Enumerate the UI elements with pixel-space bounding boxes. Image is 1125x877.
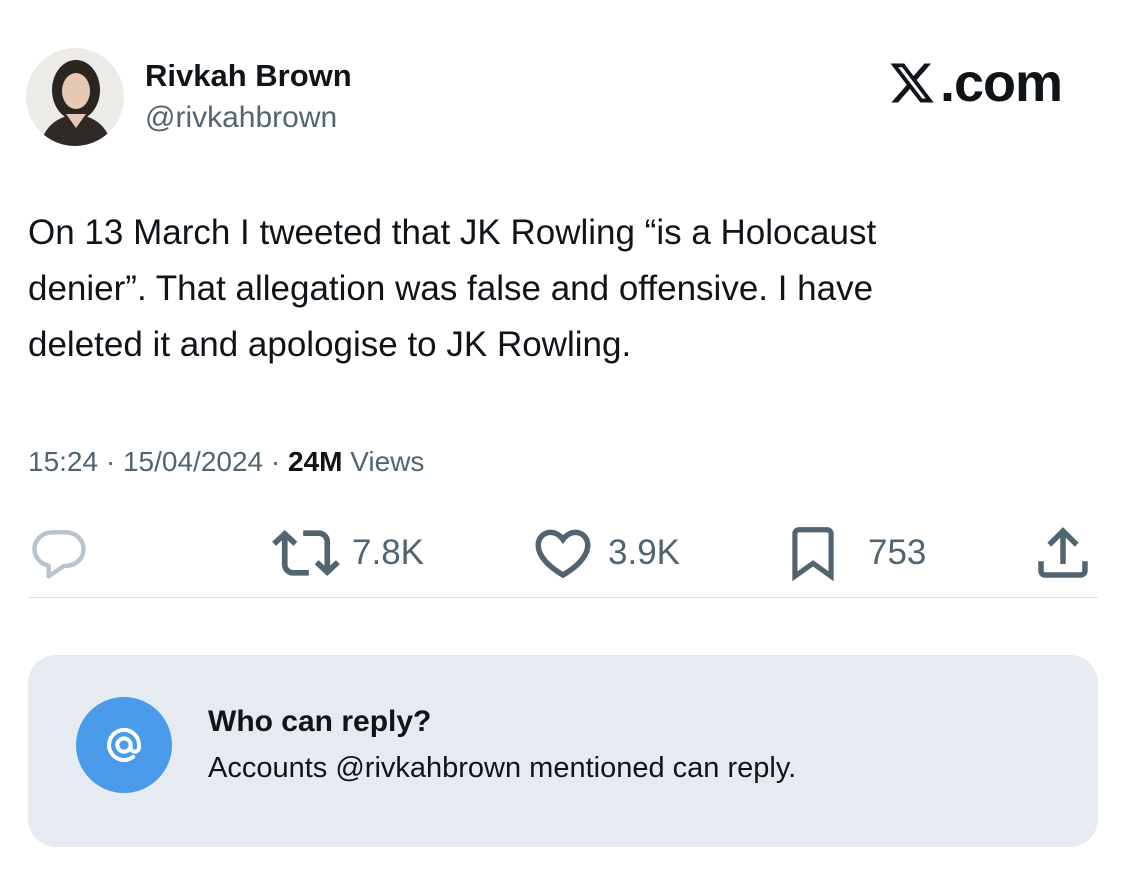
meta-separator: · xyxy=(263,446,288,477)
avatar-photo xyxy=(26,48,124,146)
x-com-brand: .com xyxy=(886,52,1063,114)
divider xyxy=(28,597,1098,598)
brand-label: .com xyxy=(940,53,1063,113)
tweet-line: On 13 March I tweeted that JK Rowling “i… xyxy=(28,213,877,252)
tweet-time[interactable]: 15:24 xyxy=(28,446,98,477)
x-logo-icon xyxy=(890,63,934,103)
like-count: 3.9K xyxy=(608,533,680,572)
who-can-reply-description: Accounts @rivkahbrown mentioned can repl… xyxy=(208,752,797,784)
reply-icon xyxy=(32,530,86,579)
who-can-reply-title: Who can reply? xyxy=(208,705,432,738)
tweet-line: deleted it and apologise to JK Rowling. xyxy=(28,325,632,364)
avatar[interactable] xyxy=(26,48,124,146)
repost-count: 7.8K xyxy=(352,533,424,572)
share-icon xyxy=(1038,527,1088,578)
bookmark-count: 753 xyxy=(868,533,927,572)
bookmark-button[interactable]: 753 xyxy=(782,520,926,586)
author-display-name[interactable]: Rivkah Brown xyxy=(145,58,352,94)
share-button[interactable] xyxy=(1030,520,1096,586)
tweet-meta: 15:24 · 15/04/2024 · 24M Views xyxy=(28,446,424,478)
tweet-date[interactable]: 15/04/2024 xyxy=(123,446,263,477)
action-bar: 7.8K 3.9K 753 xyxy=(0,520,1125,590)
heart-icon xyxy=(535,529,591,579)
tweet-text: On 13 March I tweeted that JK Rowling “i… xyxy=(28,205,1028,373)
at-sign-glyph xyxy=(107,727,141,762)
who-can-reply-panel: Who can reply? Accounts @rivkahbrown men… xyxy=(28,655,1098,847)
tweet-line: denier”. That allegation was false and o… xyxy=(28,269,874,308)
like-button[interactable]: 3.9K xyxy=(530,520,680,586)
repost-icon xyxy=(272,529,340,577)
meta-separator: · xyxy=(98,446,123,477)
bookmark-icon xyxy=(792,527,834,582)
reply-button[interactable] xyxy=(28,520,102,586)
views-label: Views xyxy=(342,446,425,477)
at-sign-icon xyxy=(76,697,172,793)
repost-button[interactable]: 7.8K xyxy=(272,520,424,586)
author-handle[interactable]: @rivkahbrown xyxy=(145,101,337,135)
views-count: 24M xyxy=(288,446,343,477)
